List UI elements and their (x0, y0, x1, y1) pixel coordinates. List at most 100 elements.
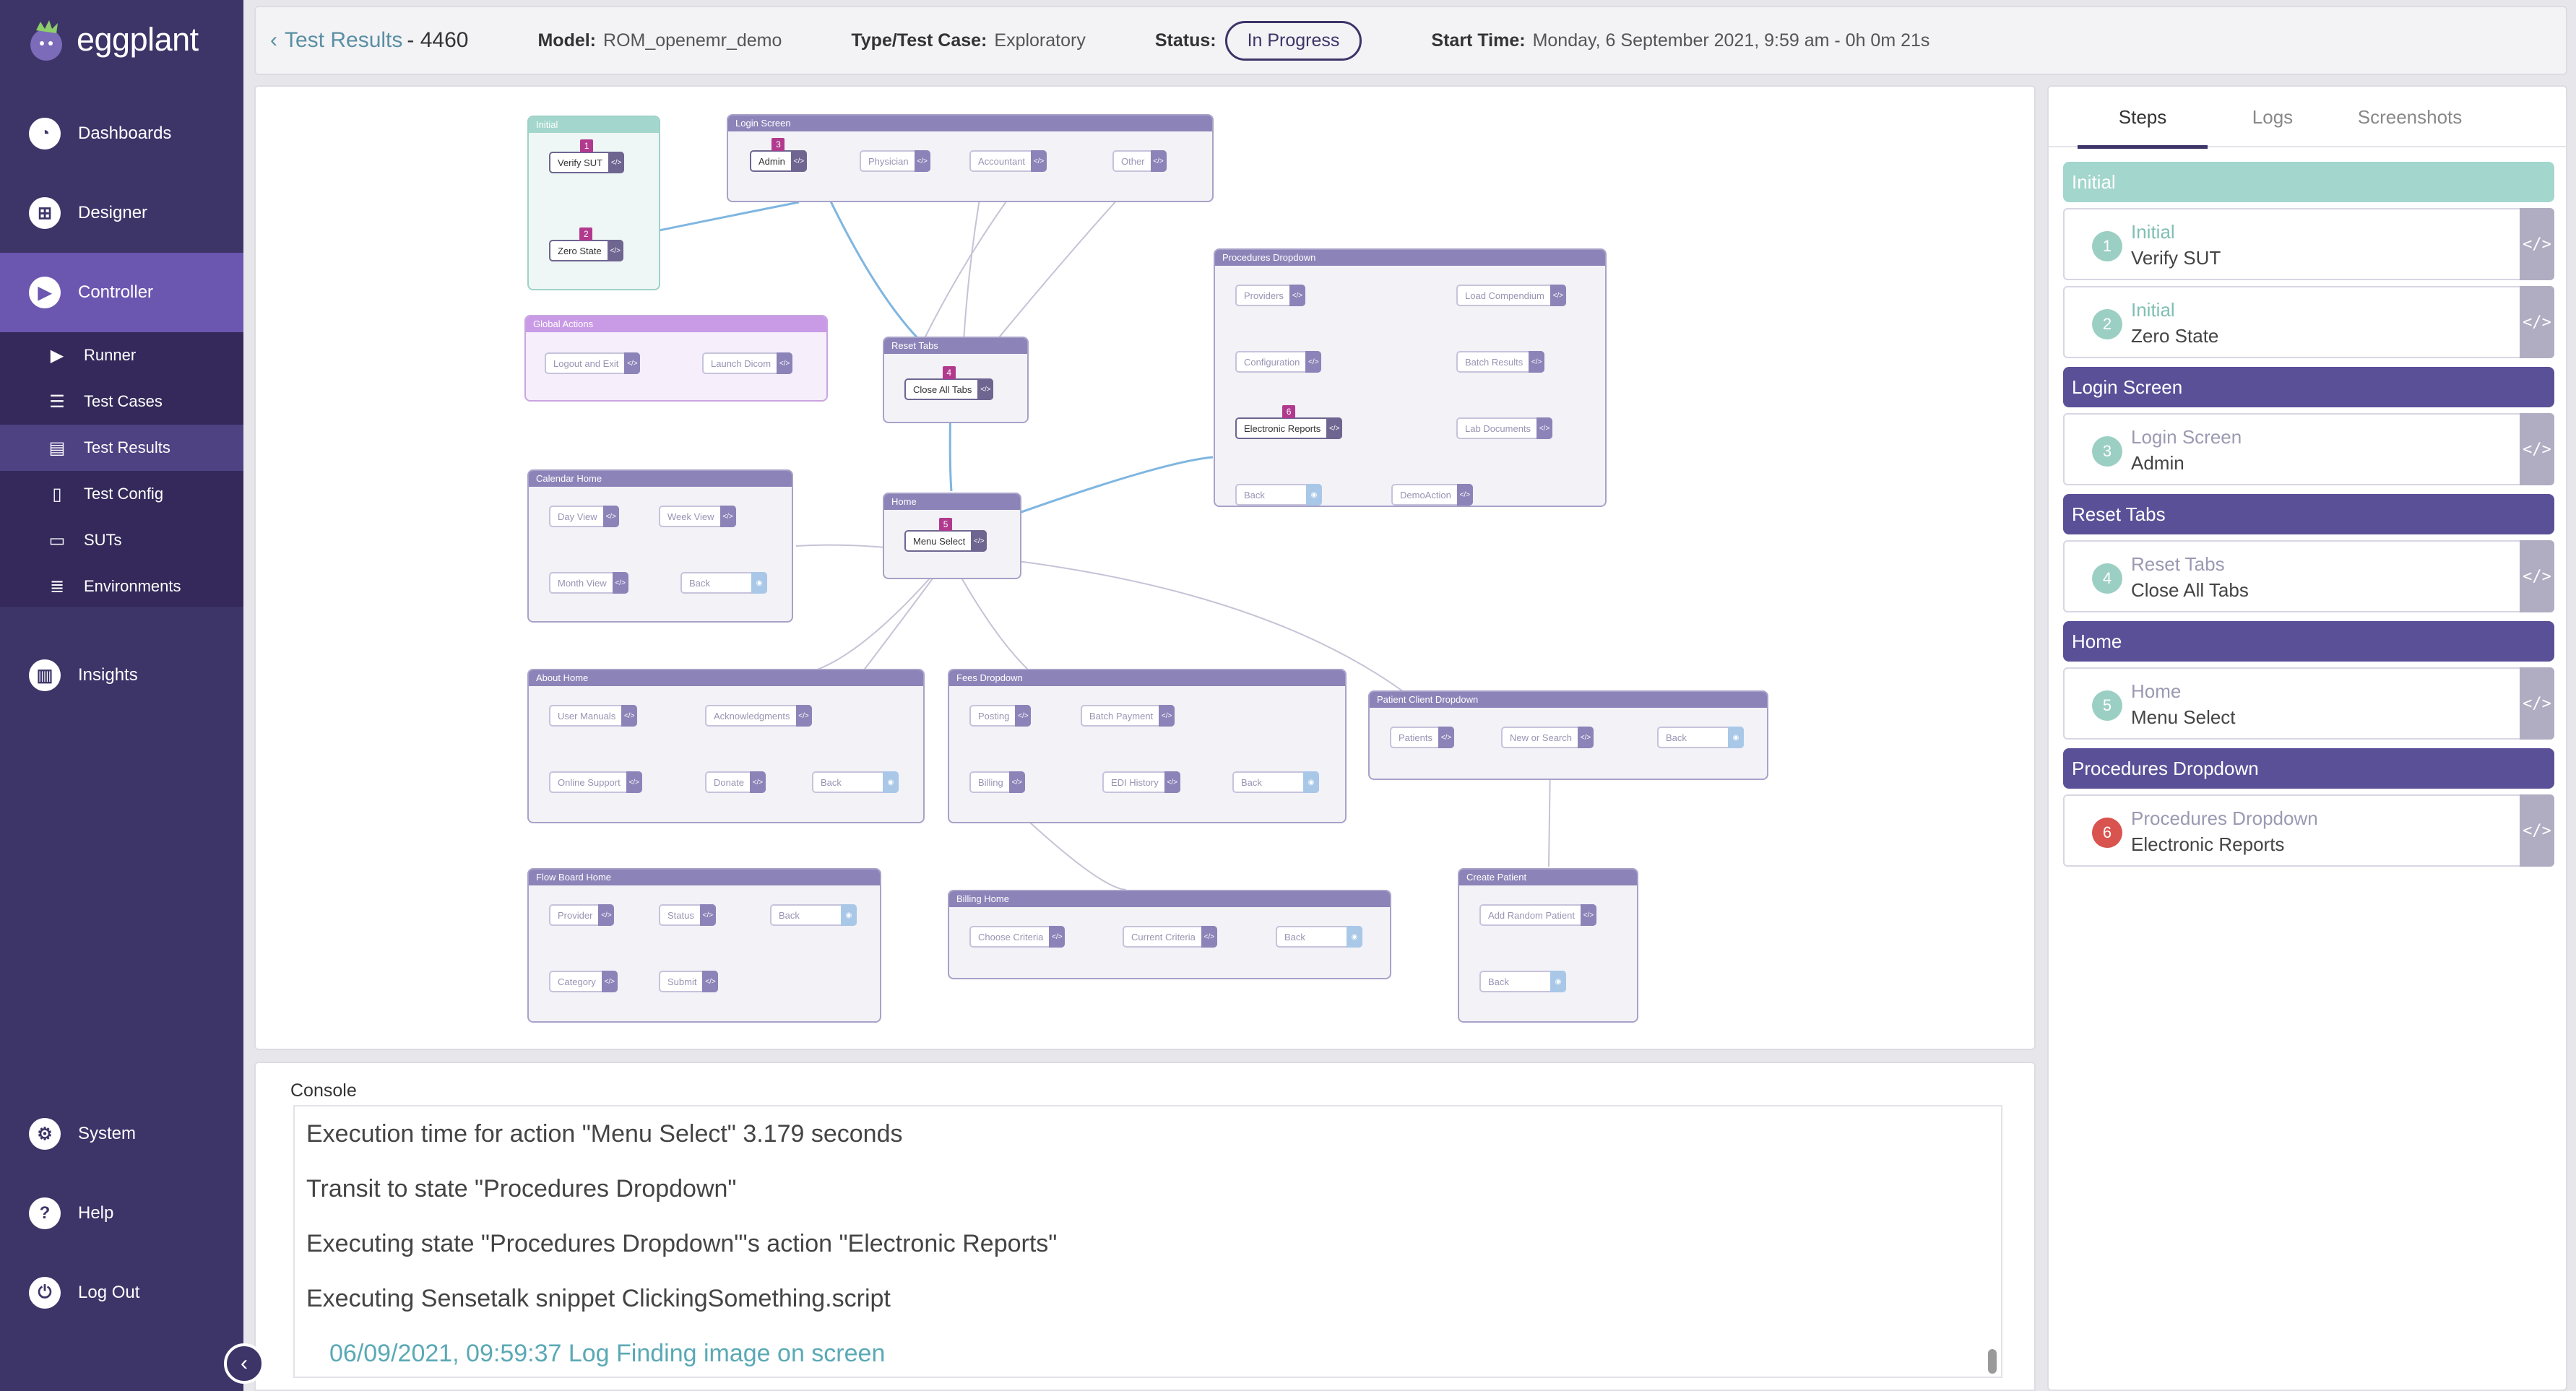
action-physician[interactable]: Physician </> (860, 150, 930, 172)
code-icon[interactable]: </> (2520, 667, 2554, 740)
action-current-criteria[interactable]: Current Criteria </> (1123, 926, 1217, 948)
state-reset-tabs[interactable]: Reset Tabs 4 Close All Tabs </> (883, 337, 1029, 423)
step-card[interactable]: 2 Initial Zero State </> (2063, 286, 2554, 358)
model-label: Model: (537, 30, 597, 51)
action-user-manuals[interactable]: User Manuals </> (549, 705, 638, 727)
subnav-test-config[interactable]: ▯ Test Config (0, 471, 243, 517)
action-electronic-reports[interactable]: 6 Electronic Reports </> (1235, 405, 1343, 439)
state-about-home[interactable]: About Home User Manuals </> Acknowledgmen… (527, 669, 925, 823)
group-initial[interactable]: Initial (2063, 162, 2554, 202)
action-back[interactable]: Back ◉ (1232, 771, 1319, 793)
state-global-actions[interactable]: Global Actions Logout and Exit </> Launch… (524, 315, 828, 402)
action-acknowledgments[interactable]: Acknowledgments </> (705, 705, 812, 727)
state-initial[interactable]: Initial 1 Verify SUT </> 2 Zero State </> (527, 116, 660, 290)
action-verify-sut[interactable]: 1 Verify SUT </> (549, 139, 625, 173)
action-providers[interactable]: Providers </> (1235, 285, 1305, 306)
action-batch-results[interactable]: Batch Results </> (1456, 351, 1545, 373)
subnav-test-results[interactable]: ▤ Test Results (0, 425, 243, 471)
action-batch-payment[interactable]: Batch Payment </> (1081, 705, 1175, 727)
state-billing-home[interactable]: Billing Home Choose Criteria </> Current … (948, 890, 1391, 979)
action-menu-select[interactable]: 5 Menu Select </> (904, 518, 987, 552)
console-output[interactable]: Execution time for action "Menu Select" … (293, 1105, 2002, 1378)
group-login-screen[interactable]: Login Screen (2063, 367, 2554, 407)
action-back[interactable]: Back ◉ (1657, 727, 1744, 748)
action-lab-documents[interactable]: Lab Documents </> (1456, 417, 1553, 439)
action-posting[interactable]: Posting </> (969, 705, 1032, 727)
step-card[interactable]: 4 Reset Tabs Close All Tabs </> (2063, 540, 2554, 612)
state-patient-client-dropdown[interactable]: Patient Client Dropdown Patients </> New … (1368, 690, 1768, 780)
code-icon[interactable]: </> (2520, 540, 2554, 612)
action-provider[interactable]: Provider </> (549, 904, 615, 926)
eggplant-logo[interactable]: eggplant (26, 14, 199, 65)
state-home[interactable]: Home 5 Menu Select </> (883, 493, 1021, 579)
nav-logout[interactable]: ⏻ Log Out (0, 1253, 243, 1332)
collapse-sidebar-button[interactable]: ‹ (224, 1343, 264, 1384)
action-back[interactable]: Back ◉ (1276, 926, 1362, 948)
action-day-view[interactable]: Day View </> (549, 506, 619, 527)
state-create-patient[interactable]: Create Patient Add Random Patient </> Bac… (1458, 868, 1638, 1023)
action-edi-history[interactable]: EDI History </> (1102, 771, 1180, 793)
breadcrumb-test-results-link[interactable]: Test Results (285, 28, 402, 53)
tab-steps[interactable]: Steps (2078, 87, 2208, 149)
step-card[interactable]: 6 Procedures Dropdown Electronic Reports… (2063, 794, 2554, 867)
step-card[interactable]: 3 Login Screen Admin </> (2063, 413, 2554, 485)
chevron-left-icon[interactable]: ‹ (270, 28, 277, 53)
action-other[interactable]: Other </> (1112, 150, 1167, 172)
action-label: Back (779, 909, 800, 921)
action-close-all-tabs[interactable]: 4 Close All Tabs </> (904, 366, 994, 400)
subnav-suts[interactable]: ▭ SUTs (0, 517, 243, 563)
state-fees-dropdown[interactable]: Fees Dropdown Posting </> Batch Payment </… (948, 669, 1347, 823)
action-back[interactable]: Back ◉ (812, 771, 899, 793)
action-back[interactable]: Back ◉ (1479, 971, 1566, 992)
nav-controller[interactable]: ▶ Controller (0, 253, 243, 332)
state-procedures-dropdown[interactable]: Procedures Dropdown Providers </> Load Co… (1214, 248, 1607, 507)
action-back[interactable]: Back ◉ (680, 572, 767, 594)
action-choose-criteria[interactable]: Choose Criteria </> (969, 926, 1066, 948)
action-week-view[interactable]: Week View </> (659, 506, 736, 527)
code-icon[interactable]: </> (2520, 794, 2554, 867)
action-online-support[interactable]: Online Support </> (549, 771, 642, 793)
model-flow-canvas[interactable]: Initial 1 Verify SUT </> 2 Zero State </> Lo… (254, 85, 2036, 1050)
state-login-screen[interactable]: Login Screen 3 Admin </> Physician </> Acco… (727, 114, 1214, 202)
action-back[interactable]: Back ◉ (770, 904, 857, 926)
action-submit[interactable]: Submit </> (659, 971, 719, 992)
group-reset-tabs[interactable]: Reset Tabs (2063, 494, 2554, 534)
step-card[interactable]: 1 Initial Verify SUT </> (2063, 208, 2554, 280)
code-icon[interactable]: </> (2520, 208, 2554, 280)
subnav-environments[interactable]: ≣ Environments (0, 563, 243, 610)
subnav-runner[interactable]: ▶ Runner (0, 332, 243, 378)
action-status[interactable]: Status </> (659, 904, 716, 926)
action-logout-and-exit[interactable]: Logout and Exit </> (545, 352, 641, 374)
action-donate[interactable]: Donate </> (705, 771, 766, 793)
step-card[interactable]: 5 Home Menu Select </> (2063, 667, 2554, 740)
group-procedures-dropdown[interactable]: Procedures Dropdown (2063, 748, 2554, 789)
code-icon[interactable]: </> (2520, 413, 2554, 485)
console-scrollbar[interactable] (1988, 1349, 1997, 1374)
action-new-or-search[interactable]: New or Search </> (1501, 727, 1594, 748)
nav-dashboards[interactable]: ◔ Dashboards (0, 94, 243, 173)
tab-logs[interactable]: Logs (2222, 87, 2323, 147)
nav-designer[interactable]: ⊞ Designer (0, 173, 243, 253)
action-back[interactable]: Back ◉ (1235, 484, 1322, 506)
action-patients[interactable]: Patients </> (1390, 727, 1454, 748)
tab-screenshots[interactable]: Screenshots (2338, 87, 2482, 147)
code-icon[interactable]: </> (2520, 286, 2554, 358)
action-zero-state[interactable]: 2 Zero State </> (549, 228, 623, 261)
state-flow-board-home[interactable]: Flow Board Home Provider </> Status </> Ba… (527, 868, 881, 1023)
group-home[interactable]: Home (2063, 621, 2554, 662)
nav-system[interactable]: ⚙ System (0, 1094, 243, 1174)
nav-insights[interactable]: ▥ Insights (0, 636, 243, 715)
action-month-view[interactable]: Month View </> (549, 572, 628, 594)
action-accountant[interactable]: Accountant </> (969, 150, 1047, 172)
action-load-compendium[interactable]: Load Compendium </> (1456, 285, 1566, 306)
action-demo-action[interactable]: DemoAction </> (1391, 484, 1473, 506)
state-calendar-home[interactable]: Calendar Home Day View </> Week View </> M… (527, 469, 793, 623)
action-add-random-patient[interactable]: Add Random Patient </> (1479, 904, 1596, 926)
action-admin[interactable]: 3 Admin </> (750, 138, 807, 172)
action-billing[interactable]: Billing </> (969, 771, 1025, 793)
subnav-test-cases[interactable]: ☰ Test Cases (0, 378, 243, 425)
nav-help[interactable]: ? Help (0, 1174, 243, 1253)
action-launch-dicom[interactable]: Launch Dicom </> (702, 352, 793, 374)
action-configuration[interactable]: Configuration </> (1235, 351, 1322, 373)
action-category[interactable]: Category </> (549, 971, 618, 992)
